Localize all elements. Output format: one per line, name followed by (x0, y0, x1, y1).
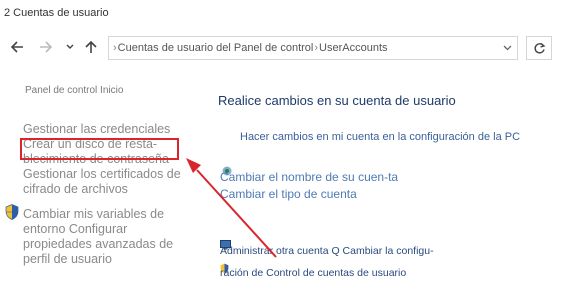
chevron-down-icon (503, 45, 511, 51)
main-content-pane: Realice cambios en su cuenta de usuario … (205, 70, 564, 297)
chevron-down-icon (66, 44, 74, 49)
up-button[interactable] (81, 36, 101, 58)
breadcrumb-separator: › (113, 42, 117, 54)
back-button[interactable] (7, 36, 27, 58)
manage-accounts-and-uac-links[interactable]: Administrar otra cuenta Q Cambiar la con… (220, 240, 460, 284)
address-bar[interactable]: › Cuentas de usuario del Panel de contro… (108, 36, 518, 60)
left-task-pane: Panel de control Inicio Gestionar las cr… (0, 70, 205, 297)
arrow-left-icon (10, 41, 23, 53)
refresh-icon (533, 42, 545, 53)
breadcrumb-useraccounts[interactable]: UserAccounts (319, 42, 387, 54)
window-title: 2 Cuentas de usuario (4, 7, 109, 19)
address-dropdown-button[interactable] (497, 37, 517, 59)
recent-locations-button[interactable] (60, 36, 80, 58)
environment-variables-and-profile-link[interactable]: Cambiar mis variables de entorno Configu… (23, 207, 183, 267)
change-account-in-pc-settings-link[interactable]: Hacer cambios en mi cuenta en la configu… (240, 129, 520, 146)
uac-shield-icon (5, 204, 19, 220)
control-panel-home-link[interactable]: Panel de control Inicio (25, 85, 123, 96)
change-name-and-type-links[interactable]: Cambiar el nombre de su cuen-ta Cambiar … (220, 169, 410, 203)
breadcrumb-separator: › (314, 42, 319, 54)
title-bar: 2 Cuentas de usuario (0, 0, 564, 28)
manage-encryption-certificates-link[interactable]: Gestionar los certificados de cifrado de… (23, 167, 183, 197)
user-accounts-window: 2 Cuentas de usuario › Cuentas de usuari… (0, 0, 564, 297)
breadcrumb-control-panel-accounts[interactable]: Cuentas de usuario del Panel de control (118, 42, 314, 54)
arrow-right-icon (39, 41, 52, 53)
arrow-up-icon (85, 40, 97, 53)
manage-credentials-link[interactable]: Gestionar las credenciales (23, 122, 170, 137)
main-heading: Realice cambios en su cuenta de usuario (218, 93, 456, 108)
forward-button[interactable] (35, 36, 55, 58)
highlight-box (20, 138, 179, 160)
navigation-bar: › Cuentas de usuario del Panel de contro… (0, 34, 564, 62)
refresh-button[interactable] (526, 36, 552, 60)
